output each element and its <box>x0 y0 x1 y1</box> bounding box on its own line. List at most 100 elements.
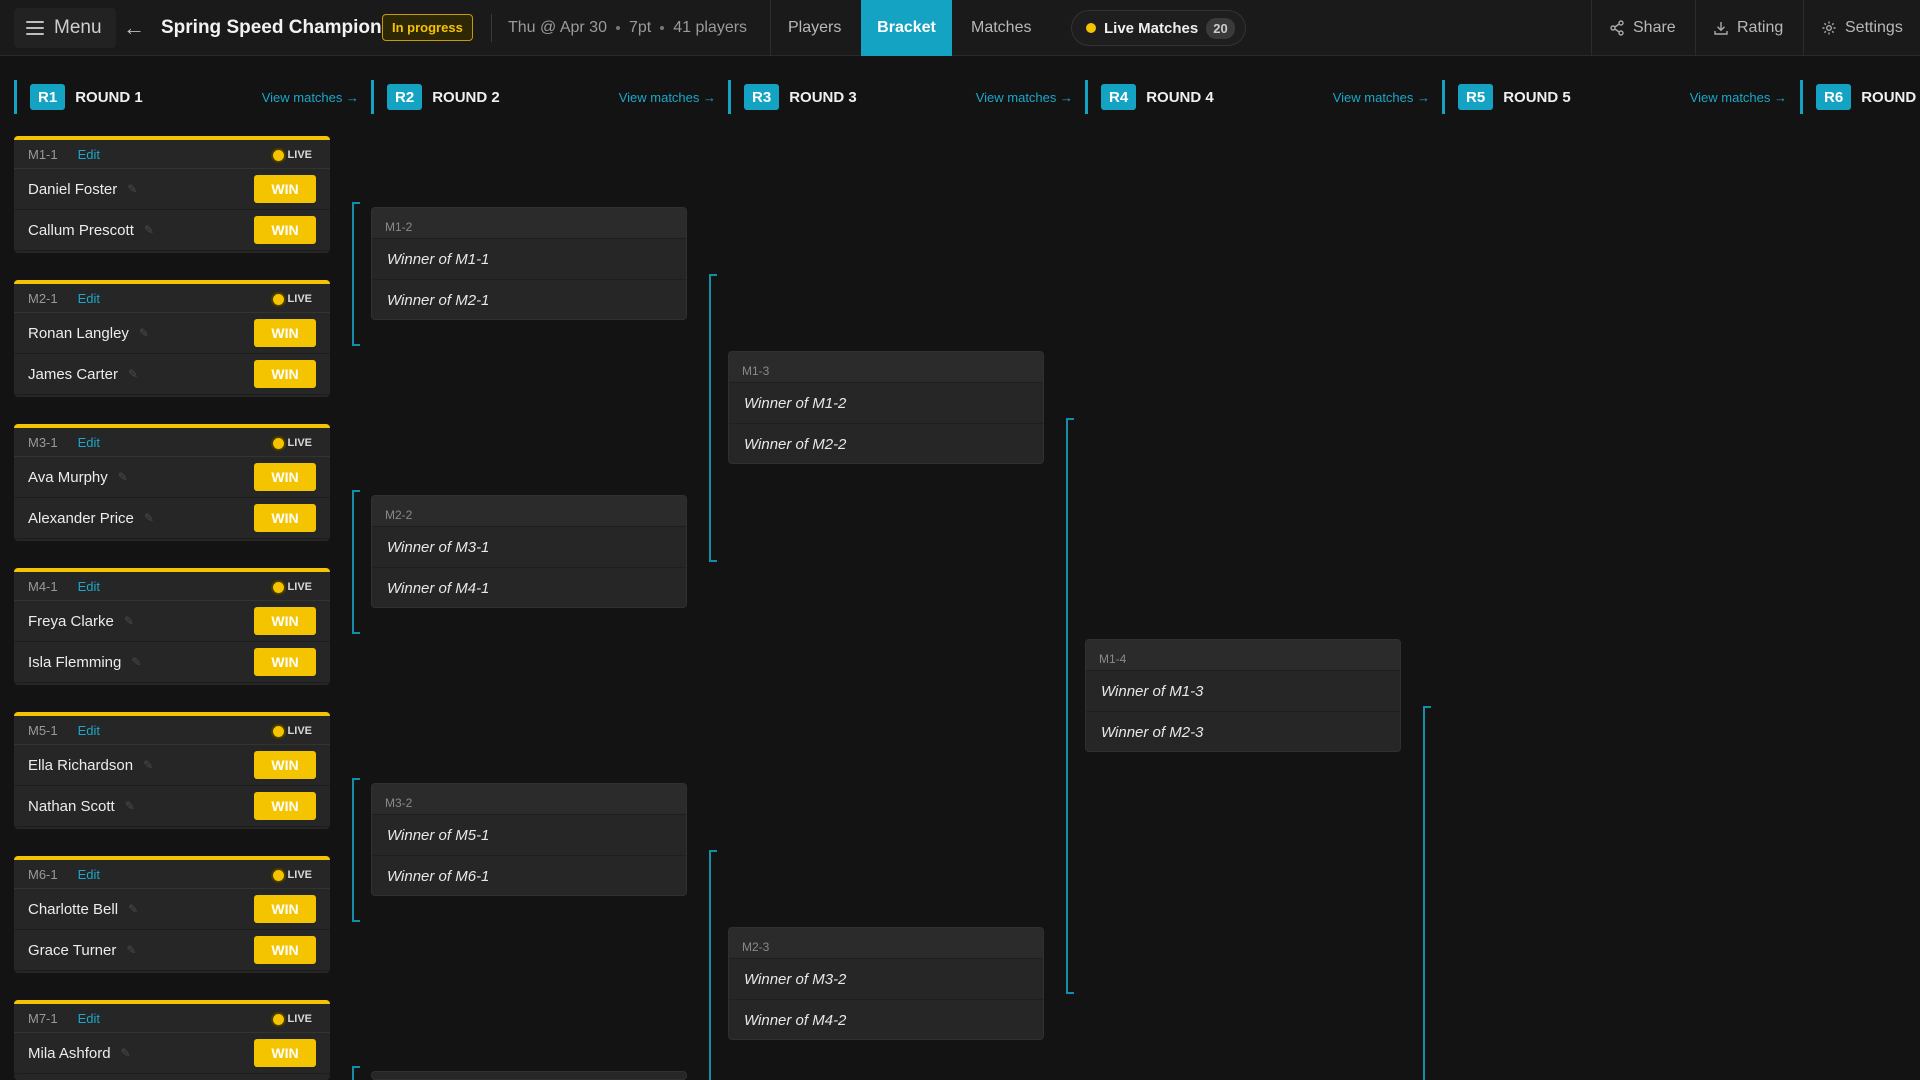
pencil-icon[interactable]: ✎ <box>125 799 135 813</box>
bracket-connector <box>352 490 360 634</box>
pencil-icon[interactable]: ✎ <box>118 470 128 484</box>
match-card: M1-1 Edit LIVE Daniel Foster ✎ WIN Callum Pr… <box>14 136 330 253</box>
pencil-icon[interactable]: ✎ <box>127 182 137 196</box>
win-button[interactable]: WIN <box>254 216 316 244</box>
pencil-icon[interactable]: ✎ <box>121 1046 131 1060</box>
live-label: LIVE <box>287 437 312 449</box>
event-meta: Thu @ Apr 30 7pt 41 players <box>508 0 747 56</box>
live-badge: LIVE <box>272 290 312 308</box>
win-button[interactable]: WIN <box>254 504 316 532</box>
win-button[interactable]: WIN <box>254 1039 316 1067</box>
match-slot: Winner of M5-1 <box>372 815 686 856</box>
match-slot: Winner of M1-3 <box>1086 671 1400 712</box>
share-button[interactable]: Share <box>1609 0 1676 56</box>
view-matches-link[interactable]: View matches → <box>976 90 1073 105</box>
win-button[interactable]: WIN <box>254 751 316 779</box>
edit-link[interactable]: Edit <box>78 723 100 738</box>
live-badge: LIVE <box>272 866 312 884</box>
match-card: M1-2 Winner of M1-1 Winner of M2-1 <box>371 207 687 320</box>
live-dot-icon <box>272 437 284 449</box>
back-arrow-icon[interactable]: ← <box>122 0 146 56</box>
match-id: M1-4 <box>1086 640 1400 671</box>
match-card: M4-1 Edit LIVE Freya Clarke ✎ WIN Isla Flemm… <box>14 568 330 685</box>
tab-matches[interactable]: Matches <box>954 0 1048 56</box>
edit-link[interactable]: Edit <box>78 1011 100 1026</box>
pencil-icon[interactable]: ✎ <box>144 511 154 525</box>
round-tag: R2 <box>387 84 423 110</box>
view-matches-link[interactable]: View matches → <box>619 90 716 105</box>
win-button[interactable]: WIN <box>254 319 316 347</box>
player-name: Alexander Price <box>28 509 134 527</box>
tab-players[interactable]: Players <box>771 0 858 56</box>
live-label: LIVE <box>287 293 312 305</box>
bracket-connector <box>352 778 360 922</box>
live-badge: LIVE <box>272 1010 312 1028</box>
share-icon <box>1610 20 1624 36</box>
win-button[interactable]: WIN <box>254 895 316 923</box>
edit-link[interactable]: Edit <box>78 867 100 882</box>
player-row: Ava Murphy ✎ WIN <box>14 457 330 498</box>
round-tag: R3 <box>744 84 780 110</box>
pencil-icon[interactable]: ✎ <box>124 614 134 628</box>
rating-label: Rating <box>1737 19 1784 36</box>
divider <box>1591 0 1592 56</box>
pencil-icon[interactable]: ✎ <box>128 367 138 381</box>
live-matches-button[interactable]: Live Matches 20 <box>1071 10 1246 46</box>
win-button[interactable]: WIN <box>254 607 316 635</box>
view-matches-link[interactable]: View matches → <box>1690 90 1787 105</box>
win-button[interactable]: WIN <box>254 936 316 964</box>
live-badge: LIVE <box>272 722 312 740</box>
menu-label: Menu <box>54 17 102 38</box>
player-name: Callum Prescott <box>28 221 134 239</box>
match-id: M2-3 <box>729 928 1043 959</box>
pencil-icon[interactable]: ✎ <box>128 902 138 916</box>
download-icon <box>1714 22 1728 35</box>
bracket-connector <box>352 1066 360 1080</box>
pencil-icon[interactable]: ✎ <box>126 943 136 957</box>
view-matches-link[interactable]: View matches → <box>1333 90 1430 105</box>
win-button[interactable]: WIN <box>254 175 316 203</box>
pencil-icon[interactable]: ✎ <box>139 326 149 340</box>
status-badge: In progress <box>382 14 473 41</box>
pencil-icon[interactable]: ✎ <box>131 655 141 669</box>
player-row: Mila Ashford ✎ WIN <box>14 1033 330 1074</box>
player-name: James Carter <box>28 365 119 383</box>
edit-link[interactable]: Edit <box>78 579 100 594</box>
divider <box>491 14 492 42</box>
bracket-connector <box>1423 706 1431 1080</box>
live-dot-icon <box>272 293 284 305</box>
player-name: Freya Clarke <box>28 612 114 630</box>
menu-button[interactable]: Menu <box>14 8 116 48</box>
round-header-4: R4 ROUND 4 View matches → <box>1085 80 1442 114</box>
live-matches-label: Live Matches <box>1104 19 1199 37</box>
rating-button[interactable]: Rating <box>1713 0 1783 56</box>
match-slot: Winner of M2-2 <box>729 424 1043 463</box>
view-matches-link[interactable]: View matches → <box>262 90 359 105</box>
win-button[interactable]: WIN <box>254 463 316 491</box>
live-dot-icon <box>272 725 284 737</box>
bracket-connector <box>1066 418 1074 994</box>
bracket-connector <box>352 202 360 346</box>
pencil-icon[interactable]: ✎ <box>143 758 153 772</box>
match-card: M3-2 Winner of M5-1 Winner of M6-1 <box>371 783 687 896</box>
win-button[interactable]: WIN <box>254 360 316 388</box>
live-dot-icon <box>272 581 284 593</box>
tab-bracket[interactable]: Bracket <box>861 0 952 56</box>
match-card: M1-4 Winner of M1-3 Winner of M2-3 <box>1085 639 1401 752</box>
match-slot: Winner of M4-2 <box>729 1000 1043 1039</box>
edit-link[interactable]: Edit <box>78 147 100 162</box>
live-dot-icon <box>272 149 284 161</box>
pencil-icon[interactable]: ✎ <box>144 223 154 237</box>
edit-link[interactable]: Edit <box>78 291 100 306</box>
settings-button[interactable]: Settings <box>1821 0 1903 56</box>
player-name: Ava Murphy <box>28 468 108 486</box>
match-slot: Winner of M1-1 <box>372 239 686 280</box>
edit-link[interactable]: Edit <box>78 435 100 450</box>
live-label: LIVE <box>287 149 312 161</box>
bracket-connector <box>709 274 717 562</box>
round-header-1: R1 ROUND 1 View matches → <box>14 80 371 114</box>
win-button[interactable]: WIN <box>254 648 316 676</box>
round-tag: R6 <box>1816 84 1852 110</box>
win-button[interactable]: WIN <box>254 792 316 820</box>
live-badge: LIVE <box>272 434 312 452</box>
